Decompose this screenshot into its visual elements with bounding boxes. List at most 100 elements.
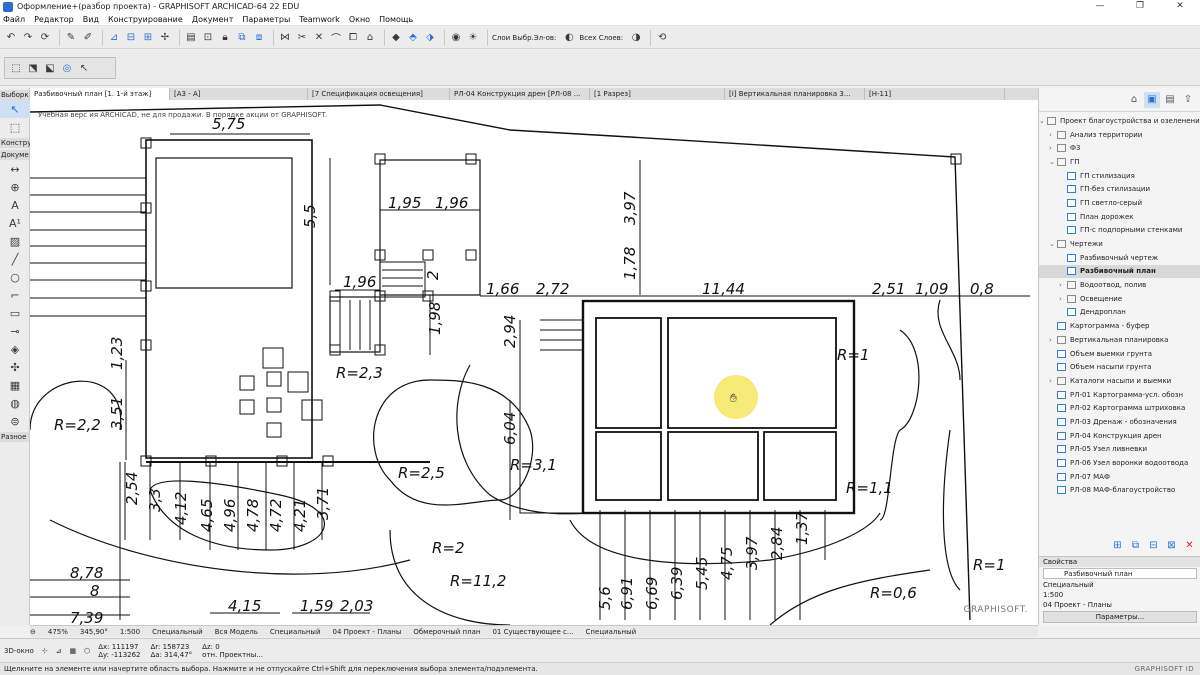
- menu-options[interactable]: Параметры: [242, 15, 290, 24]
- tree-item-rl01[interactable]: РЛ-01 Картограмма-усл. обозн: [1039, 388, 1200, 402]
- tab-grading-plan[interactable]: [I] Вертикальная планировка 3...: [725, 88, 865, 100]
- layout-book-icon[interactable]: ▤: [1162, 92, 1178, 108]
- polyline-tool-icon[interactable]: ⌐: [0, 286, 30, 304]
- tree-item-dendroplan[interactable]: Дендроплан: [1039, 306, 1200, 320]
- settings-button[interactable]: Параметры...: [1043, 611, 1197, 623]
- tree-item-cut-fill-catalogs[interactable]: › Каталоги насыпи и выемки: [1039, 374, 1200, 388]
- lock-icon[interactable]: 🔒︎: [218, 31, 232, 45]
- redraw-icon[interactable]: ⟳: [38, 31, 52, 45]
- dimension-selector[interactable]: Обмерочный план: [413, 628, 480, 636]
- close-button[interactable]: ✕: [1160, 0, 1200, 13]
- text-tool-icon[interactable]: A: [0, 196, 30, 214]
- syringe-icon[interactable]: ✐: [81, 31, 95, 45]
- scale-selector[interactable]: 1:500: [120, 628, 140, 636]
- tree-item-paths-plan[interactable]: План дорожек: [1039, 210, 1200, 224]
- drawing-tool-icon[interactable]: ▭: [0, 304, 30, 322]
- project-map-icon[interactable]: ⌂: [1126, 92, 1142, 108]
- zoom-out-icon[interactable]: ⊖: [30, 628, 36, 636]
- layer-visibility-icon[interactable]: ◐: [562, 31, 576, 45]
- interior-elev-tool-icon[interactable]: ✣: [0, 358, 30, 376]
- tree-item-rl04[interactable]: РЛ-04 Конструкция дрен: [1039, 429, 1200, 443]
- tree-item-gp-light-gray[interactable]: ГП светло-серый: [1039, 196, 1200, 210]
- model-view-selector[interactable]: Вся Модель: [215, 628, 258, 636]
- menu-help[interactable]: Помощь: [379, 15, 413, 24]
- marquee-active-icon[interactable]: ◎: [60, 61, 74, 75]
- menu-file[interactable]: Файл: [3, 15, 25, 24]
- split-icon[interactable]: ⋈: [278, 31, 292, 45]
- teamwork-icon[interactable]: ⟲: [655, 31, 669, 45]
- label-tool-icon[interactable]: A¹: [0, 214, 30, 232]
- delete-icon[interactable]: ✕: [1182, 538, 1197, 552]
- minimize-button[interactable]: —: [1080, 0, 1120, 13]
- view-map-icon[interactable]: ▣: [1144, 91, 1160, 108]
- elevation-tool-icon[interactable]: ◈: [0, 340, 30, 358]
- clone-view-icon[interactable]: ⧉: [1128, 538, 1143, 552]
- tree-item-site-analysis[interactable]: › Анализ территории: [1039, 128, 1200, 142]
- layer-combo-selector[interactable]: 04 Проект - Планы: [333, 628, 402, 636]
- menu-edit[interactable]: Редактор: [34, 15, 74, 24]
- dimension-tool-icon[interactable]: ↔: [0, 160, 30, 178]
- maximize-button[interactable]: ❐: [1120, 0, 1160, 13]
- tree-item-grading[interactable]: › Вертикальная планировка: [1039, 333, 1200, 347]
- trace-icon[interactable]: ⧉: [235, 31, 249, 45]
- tab-site-plan[interactable]: Разбивочный план [1. 1-й этаж]: [30, 88, 170, 100]
- tree-item-rl05[interactable]: РЛ-05 Узел ливневки: [1039, 443, 1200, 457]
- tree-item-rl02[interactable]: РЛ-02 Картограмма штриховка: [1039, 401, 1200, 415]
- menu-teamwork[interactable]: Teamwork: [299, 15, 340, 24]
- morph-icon[interactable]: ⬗: [423, 31, 437, 45]
- section-tool-icon[interactable]: ⊸: [0, 322, 30, 340]
- publisher-icon[interactable]: ⇪: [1180, 92, 1196, 108]
- worksheet-tool-icon[interactable]: ▦: [0, 376, 30, 394]
- tree-item-gp-no-style[interactable]: ГП-без стилизации: [1039, 182, 1200, 196]
- detail-tool-icon[interactable]: ◍: [0, 394, 30, 412]
- snap-icon[interactable]: ⊹: [42, 647, 48, 655]
- roof-icon[interactable]: ⬘: [406, 31, 420, 45]
- snap-points-icon[interactable]: ⊞: [141, 31, 155, 45]
- tree-item-rl07[interactable]: РЛ-07 МАФ: [1039, 470, 1200, 484]
- view-name-field[interactable]: Разбивочный план: [1043, 568, 1197, 579]
- menu-design[interactable]: Конструирование: [108, 15, 183, 24]
- offset-icon[interactable]: ⧠: [346, 31, 360, 45]
- marquee-tool-icon[interactable]: ⬚: [0, 118, 30, 136]
- renovation-selector[interactable]: 01 Существующее с...: [492, 628, 573, 636]
- sun-icon[interactable]: ☀: [466, 31, 480, 45]
- new-folder-icon[interactable]: ⊟: [1146, 538, 1161, 552]
- grid-icon[interactable]: ▦: [70, 647, 77, 655]
- circle-tool-icon[interactable]: ○: [0, 268, 30, 286]
- eyedropper-icon[interactable]: ✎: [64, 31, 78, 45]
- pen-set-selector[interactable]: Специальный: [152, 628, 203, 636]
- tree-item-lighting[interactable]: › Освещение: [1039, 292, 1200, 306]
- element-info-icon[interactable]: ▤: [184, 31, 198, 45]
- marquee-select-icon[interactable]: ⬕: [43, 61, 57, 75]
- layer-lock-icon[interactable]: ◑: [629, 31, 643, 45]
- changes-tool-icon[interactable]: ⊜: [0, 412, 30, 430]
- intersect-icon[interactable]: ✕: [312, 31, 326, 45]
- tree-item-rl06[interactable]: РЛ-06 Узел воронки водоотвода: [1039, 456, 1200, 470]
- undo-icon[interactable]: ↶: [4, 31, 18, 45]
- tree-item-fill-volume[interactable]: Объем насыпи грунта: [1039, 360, 1200, 374]
- menu-view[interactable]: Вид: [83, 15, 99, 24]
- tree-item-cartogram-buffer[interactable]: Картограмма - буфер: [1039, 319, 1200, 333]
- arrow-tool-icon[interactable]: ↖: [0, 100, 30, 118]
- fill-tool-icon[interactable]: ▨: [0, 232, 30, 250]
- tab-drain-construction[interactable]: РЛ-04 Конструкция дрен [РЛ-08 ...: [450, 88, 590, 100]
- tab-a3[interactable]: [A3 - A]: [170, 88, 308, 100]
- guide-icon[interactable]: ⊿: [107, 31, 121, 45]
- menu-document[interactable]: Документ: [192, 15, 234, 24]
- tree-item-rl03[interactable]: РЛ-03 Дренаж - обозначения: [1039, 415, 1200, 429]
- new-view-icon[interactable]: ⊞: [1110, 538, 1125, 552]
- plan-canvas[interactable]: 5,75 5,5 3,97 1,95 1,96 1,78 1,96 2 1,98…: [30, 100, 1038, 625]
- rotation-angle[interactable]: 345,90°: [80, 628, 108, 636]
- graphisoft-id-label[interactable]: GRAPHISOFT ID: [1135, 665, 1194, 673]
- tab-section-1[interactable]: [1 Разрез]: [590, 88, 725, 100]
- tree-item-layout-plan[interactable]: Разбивочный план: [1039, 264, 1200, 279]
- arrow-select-icon[interactable]: ↖: [77, 61, 91, 75]
- save-view-icon[interactable]: ⊠: [1164, 538, 1179, 552]
- pen-set-selector-2[interactable]: Специальный: [270, 628, 321, 636]
- tab-lighting-schedule[interactable]: [7 Спецификация освещения]: [308, 88, 450, 100]
- tree-item-drawings[interactable]: ⌄ Чертежи: [1039, 237, 1200, 251]
- tree-item-drainage-irrigation[interactable]: › Водоотвод, полив: [1039, 278, 1200, 292]
- layer-icon[interactable]: ⊡: [201, 31, 215, 45]
- 3d-window-button[interactable]: 3D-окно: [4, 647, 34, 655]
- level-dim-tool-icon[interactable]: ⊕: [0, 178, 30, 196]
